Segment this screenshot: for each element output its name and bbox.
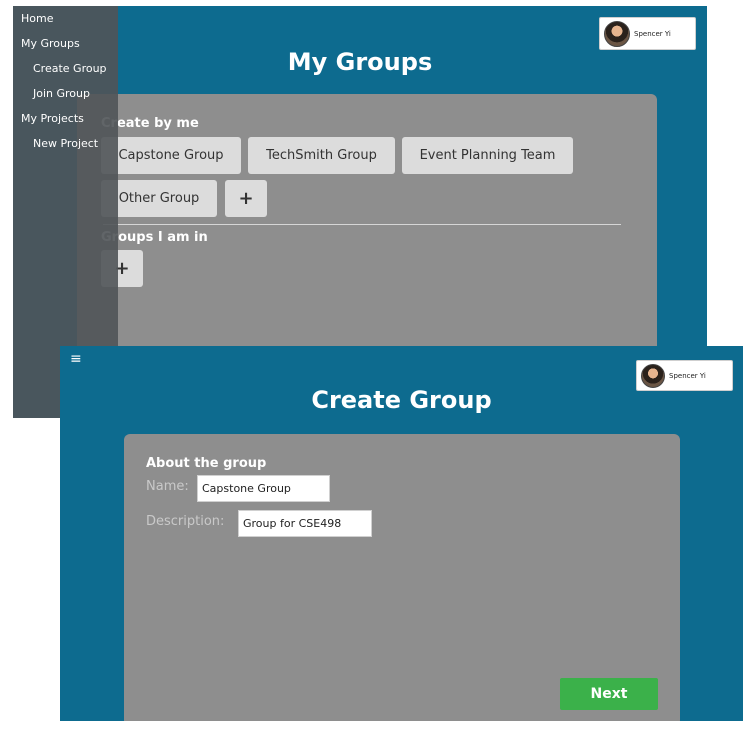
user-name: Spencer Yi (669, 371, 706, 380)
name-input[interactable]: Capstone Group (197, 475, 330, 502)
create-group-form: About the group Name: Capstone Group Des… (124, 434, 680, 721)
hamburger-menu-icon[interactable]: ≡ (70, 352, 82, 366)
avatar (604, 20, 630, 47)
sidebar-item-home[interactable]: Home (21, 12, 53, 25)
description-input[interactable]: Group for CSE498 (238, 510, 372, 537)
avatar (641, 363, 665, 388)
sidebar-item-new-project[interactable]: New Project (33, 137, 98, 150)
sidebar-item-my-projects[interactable]: My Projects (21, 112, 84, 125)
group-button-capstone[interactable]: Capstone Group (101, 137, 241, 174)
next-button[interactable]: Next (560, 678, 658, 710)
user-badge[interactable]: Spencer Yi (636, 360, 733, 391)
add-group-button[interactable]: + (225, 180, 267, 217)
sidebar-item-join-group[interactable]: Join Group (33, 87, 90, 100)
name-label: Name: (146, 479, 189, 494)
user-name: Spencer Yi (634, 29, 671, 38)
description-label: Description: (146, 514, 225, 529)
group-button-techsmith[interactable]: TechSmith Group (248, 137, 395, 174)
sidebar-item-my-groups[interactable]: My Groups (21, 37, 80, 50)
sidebar-item-create-group[interactable]: Create Group (33, 62, 107, 75)
about-group-label: About the group (146, 456, 267, 471)
group-button-event-planning[interactable]: Event Planning Team (402, 137, 573, 174)
group-button-other[interactable]: Other Group (101, 180, 217, 217)
create-group-screen: ≡ Create Group Spencer Yi About the grou… (60, 346, 743, 721)
user-badge[interactable]: Spencer Yi (599, 17, 696, 50)
section-divider (103, 224, 621, 225)
